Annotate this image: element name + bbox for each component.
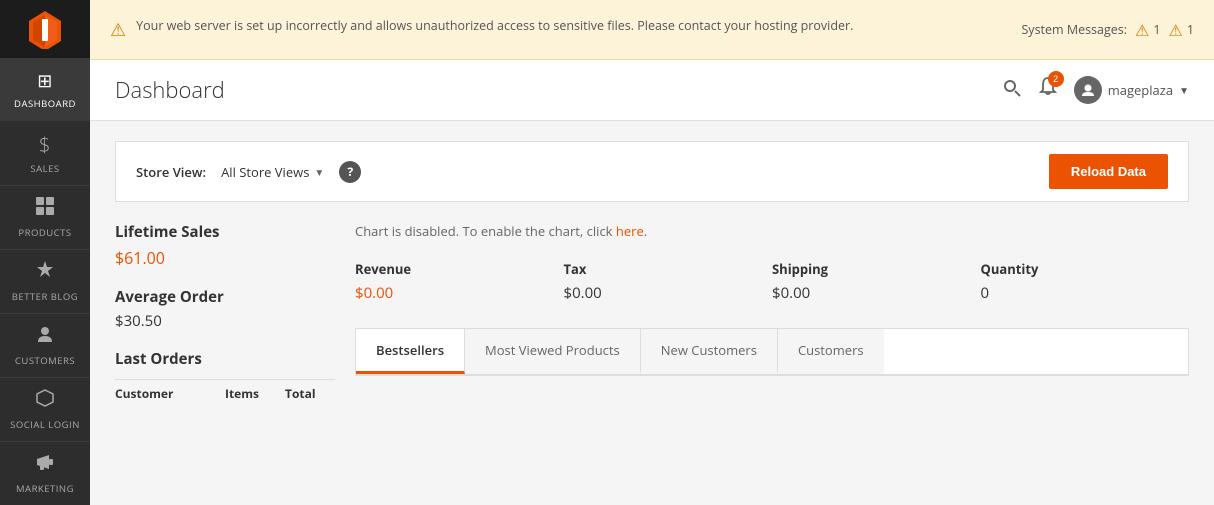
page-header: Dashboard 2 — [90, 60, 1214, 121]
search-icon — [1002, 78, 1022, 98]
chart-disabled-text: Chart is disabled. To enable the chart, … — [355, 222, 613, 240]
quantity-value: 0 — [981, 283, 1170, 303]
last-orders-label: Last Orders — [115, 349, 335, 369]
system-messages-label: System Messages: — [1021, 21, 1127, 38]
warning-text: Your web server is set up incorrectly an… — [136, 17, 853, 36]
dashboard-grid: Lifetime Sales $61.00 Average Order $30.… — [115, 222, 1189, 407]
sidebar-item-label: PRODUCTS — [18, 226, 71, 239]
warning-banner: ⚠ Your web server is set up incorrectly … — [90, 0, 1214, 60]
tax-value: $0.00 — [564, 283, 753, 303]
lifetime-sales-value: $61.00 — [115, 247, 335, 269]
page-title: Dashboard — [115, 75, 225, 105]
tab-most-viewed[interactable]: Most Viewed Products — [465, 329, 641, 374]
sidebar-item-marketing[interactable]: MARKETING — [0, 441, 90, 505]
sidebar: ⊞ DASHBOARD $ SALES PRODUCTS BETTER BLOG — [0, 0, 90, 505]
dashboard-icon: ⊞ — [37, 69, 53, 93]
store-view-label: Store View: — [136, 163, 206, 181]
user-name: mageplaza — [1108, 81, 1173, 99]
warning-icon: ⚠ — [110, 18, 126, 42]
store-view-select[interactable]: All Store Views ▼ — [221, 163, 324, 181]
chart-enable-link[interactable]: here — [616, 222, 644, 240]
quantity-label: Quantity — [981, 260, 1170, 278]
sidebar-item-label: SALES — [30, 162, 59, 175]
better-blog-icon — [35, 260, 55, 286]
search-button[interactable] — [1002, 78, 1022, 103]
user-menu[interactable]: mageplaza ▼ — [1074, 76, 1189, 104]
shipping-label: Shipping — [772, 260, 961, 278]
main-content: ⚠ Your web server is set up incorrectly … — [90, 0, 1214, 505]
magento-logo-icon — [25, 9, 65, 49]
col-items-header: Items — [225, 385, 275, 402]
user-avatar — [1074, 76, 1102, 104]
notification-badge: 2 — [1048, 71, 1064, 87]
customers-icon — [35, 324, 55, 350]
alert-count-2: 1 — [1187, 21, 1194, 38]
stat-revenue: Revenue $0.00 — [355, 260, 564, 303]
stat-shipping: Shipping $0.00 — [772, 260, 981, 303]
avg-order-value: $30.50 — [115, 311, 335, 331]
alert-icon-2: ⚠ — [1169, 19, 1183, 41]
marketing-icon — [35, 452, 55, 478]
products-icon — [35, 196, 55, 222]
sidebar-item-label: SOCIAL LOGIN — [10, 418, 80, 431]
help-icon[interactable]: ? — [339, 161, 361, 183]
lifetime-sales-label: Lifetime Sales — [115, 222, 335, 242]
sidebar-item-better-blog[interactable]: BETTER BLOG — [0, 249, 90, 313]
sidebar-item-products[interactable]: PRODUCTS — [0, 185, 90, 249]
sidebar-item-sales[interactable]: $ SALES — [0, 120, 90, 185]
store-view-left: Store View: All Store Views ▼ ? — [136, 161, 361, 183]
stats-row: Revenue $0.00 Tax $0.00 Shipping $0.00 Q… — [355, 260, 1189, 303]
social-login-icon — [35, 388, 55, 414]
sidebar-item-label: BETTER BLOG — [12, 290, 78, 303]
left-panel: Lifetime Sales $61.00 Average Order $30.… — [115, 222, 335, 407]
user-menu-chevron-icon: ▼ — [1179, 83, 1189, 97]
shipping-value: $0.00 — [772, 283, 961, 303]
revenue-label: Revenue — [355, 260, 544, 278]
chart-disabled-message: Chart is disabled. To enable the chart, … — [355, 222, 1189, 240]
col-total-header: Total — [285, 385, 335, 402]
avg-order-label: Average Order — [115, 287, 335, 307]
sidebar-logo — [0, 0, 90, 58]
store-view-selected: All Store Views — [221, 163, 309, 181]
store-view-bar: Store View: All Store Views ▼ ? Reload D… — [115, 141, 1189, 202]
sys-msg-badge-1: ⚠ 1 — [1135, 19, 1161, 41]
alert-icon-1: ⚠ — [1135, 19, 1149, 41]
sys-msg-badge-2: ⚠ 1 — [1169, 19, 1195, 41]
content-area: Store View: All Store Views ▼ ? Reload D… — [90, 121, 1214, 505]
stat-quantity: Quantity 0 — [981, 260, 1190, 303]
sidebar-item-label: MARKETING — [16, 482, 74, 495]
select-arrow-icon: ▼ — [314, 165, 324, 179]
tabs-header: Bestsellers Most Viewed Products New Cus… — [356, 329, 1188, 375]
right-panel: Chart is disabled. To enable the chart, … — [355, 222, 1189, 407]
revenue-value: $0.00 — [355, 283, 544, 303]
sidebar-item-label: DASHBOARD — [14, 97, 76, 110]
sales-icon: $ — [39, 131, 51, 158]
stat-tax: Tax $0.00 — [564, 260, 773, 303]
warning-left: ⚠ Your web server is set up incorrectly … — [110, 17, 1021, 42]
sidebar-item-dashboard[interactable]: ⊞ DASHBOARD — [0, 58, 90, 120]
sidebar-item-social-login[interactable]: SOCIAL LOGIN — [0, 377, 90, 441]
col-customer-header: Customer — [115, 385, 215, 402]
tax-label: Tax — [564, 260, 753, 278]
user-avatar-icon — [1080, 82, 1096, 98]
tab-bestsellers[interactable]: Bestsellers — [356, 329, 465, 374]
tab-customers[interactable]: Customers — [778, 329, 884, 374]
reload-data-button[interactable]: Reload Data — [1049, 154, 1168, 189]
tabs-container: Bestsellers Most Viewed Products New Cus… — [355, 328, 1189, 376]
alert-count-1: 1 — [1153, 21, 1160, 38]
orders-table-header: Customer Items Total — [115, 379, 335, 407]
system-messages: System Messages: ⚠ 1 ⚠ 1 — [1021, 19, 1194, 41]
sidebar-item-customers[interactable]: CUSTOMERS — [0, 313, 90, 377]
sidebar-item-label: CUSTOMERS — [15, 354, 75, 367]
header-actions: 2 mageplaza ▼ — [1002, 76, 1189, 104]
notification-button[interactable]: 2 — [1037, 76, 1059, 104]
tab-new-customers[interactable]: New Customers — [641, 329, 778, 374]
